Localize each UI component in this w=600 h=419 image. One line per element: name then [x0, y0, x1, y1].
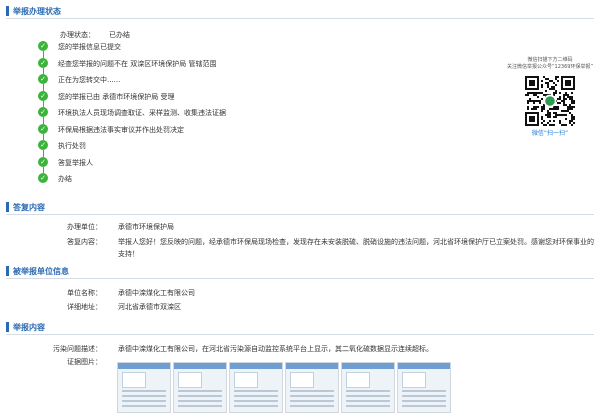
evidence-thumbnail[interactable]	[173, 362, 227, 413]
unit-name-value: 承德中滦煤化工有限公司	[118, 289, 195, 297]
reply-content-label: 答复内容：	[67, 238, 102, 246]
section-reply-title: 答复内容	[13, 203, 45, 212]
status-line: 办理状态： 已办结	[60, 30, 130, 40]
evidence-thumbnail[interactable]	[117, 362, 171, 413]
step-label: 您的举报已由 承德市环境保护局 受理	[58, 92, 175, 101]
step-label: 正在为您转交中......	[58, 76, 121, 84]
qr-instruction: 微信扫描下方二维码	[527, 57, 573, 63]
qr-account-note: 关注微信举报公众号“12369环保举报”	[506, 64, 594, 70]
check-circle-icon: ✓	[38, 140, 48, 150]
check-circle-icon: ✓	[38, 41, 48, 51]
section-accent-bar	[6, 266, 9, 276]
unit-name-label: 单位名称：	[67, 289, 102, 297]
step-label: 环境执法人员现场调查取证、采样监测、收集违法证据	[58, 109, 226, 117]
section-status-header: 举报办理状态	[6, 5, 594, 19]
step-label: 答复举报人	[58, 158, 93, 167]
section-unit-title: 被举报单位信息	[13, 267, 69, 276]
pollution-desc-value: 承德中滦煤化工有限公司，在河北省污染源自动监控系统平台上显示，其二氧化硫数据显示…	[118, 345, 433, 353]
qr-code-graphic	[525, 76, 575, 126]
section-status-title: 举报办理状态	[13, 7, 61, 16]
evidence-thumbnail[interactable]	[229, 362, 283, 413]
check-circle-icon: ✓	[38, 123, 48, 134]
reply-content-value: 举报人您好！您反映的问题，经承德市环保局现场检查，发现存在未安装脱硫、脱硝设施的…	[118, 238, 594, 258]
section-unit-header: 被举报单位信息	[6, 265, 594, 279]
step-label: 环保局根据违法事实审议并作出处罚决定	[58, 125, 184, 134]
section-content-header: 举报内容	[6, 321, 594, 335]
section-content-title: 举报内容	[13, 323, 45, 332]
qr-code-icon	[525, 76, 575, 126]
check-circle-icon: ✓	[38, 173, 48, 183]
check-circle-icon: ✓	[38, 90, 48, 101]
qr-caption: 微信“扫一扫”	[531, 130, 569, 137]
evidence-thumbnail[interactable]	[397, 362, 451, 413]
check-circle-icon: ✓	[38, 107, 48, 117]
check-circle-icon: ✓	[38, 156, 48, 167]
step-label: 办结	[58, 175, 72, 183]
section-accent-bar	[6, 6, 9, 16]
pollution-desc-label: 污染问题描述：	[53, 345, 102, 353]
status-label: 办理状态：	[60, 31, 95, 39]
section-accent-bar	[6, 322, 9, 332]
step-connector	[42, 117, 44, 124]
step-connector	[42, 84, 44, 91]
evidence-images-label: 证据图片：	[67, 358, 102, 366]
unit-address-value: 河北省承德市双滦区	[118, 303, 181, 311]
qr-panel: 微信扫描下方二维码 关注微信举报公众号“12369环保举报” 微信“扫一扫”	[500, 57, 600, 138]
evidence-thumbnail[interactable]	[341, 362, 395, 413]
unit-address-label: 详细地址：	[67, 303, 102, 311]
step-connector	[42, 150, 44, 157]
check-circle-icon: ✓	[38, 74, 48, 84]
check-circle-icon: ✓	[38, 57, 48, 68]
step-label: 您的举报信息已提交	[58, 43, 121, 51]
section-reply-header: 答复内容	[6, 201, 594, 215]
section-accent-bar	[6, 202, 9, 212]
status-value: 已办结	[109, 31, 130, 39]
step-connector	[42, 51, 44, 58]
reply-unit-label: 办理单位：	[67, 223, 102, 231]
evidence-thumbnail[interactable]	[285, 362, 339, 413]
reply-unit-value: 承德市环境保护局	[118, 223, 174, 231]
step-label: 执行处罚	[58, 142, 86, 150]
step-label: 经查您举报的问题不在 双滦区环境保护局 管辖范围	[58, 59, 217, 68]
